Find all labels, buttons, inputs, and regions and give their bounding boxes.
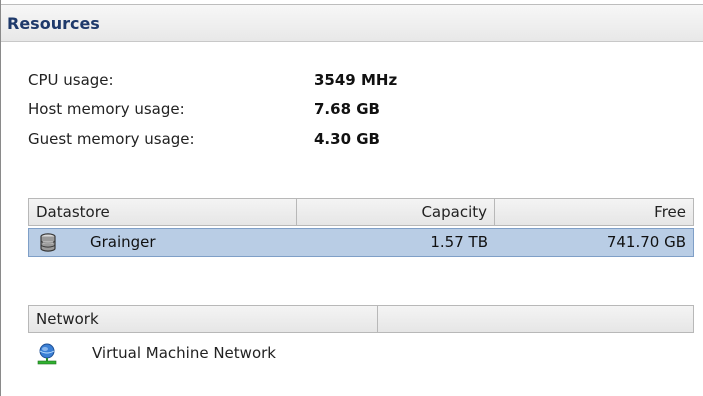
cpu-usage-label: CPU usage: <box>28 71 114 89</box>
free-column-header[interactable]: Free <box>495 199 693 225</box>
network-extra-column-header[interactable] <box>378 306 693 332</box>
resources-panel: Resources CPU usage: 3549 MHz Host memor… <box>0 0 703 396</box>
network-item-label[interactable]: Virtual Machine Network <box>92 344 276 362</box>
panel-title: Resources <box>7 14 100 33</box>
capacity-column-header[interactable]: Capacity <box>297 199 495 225</box>
free-cell: 741.70 GB <box>606 233 686 251</box>
host-memory-value: 7.68 GB <box>314 100 380 118</box>
cpu-usage-value: 3549 MHz <box>314 71 398 89</box>
guest-memory-label: Guest memory usage: <box>28 130 195 148</box>
datastore-column-header[interactable]: Datastore <box>29 199 297 225</box>
network-icon <box>37 343 57 365</box>
network-column-header[interactable]: Network <box>29 306 378 332</box>
guest-memory-value: 4.30 GB <box>314 130 380 148</box>
datastore-table: Datastore Capacity Free Grainger 1.57 TB… <box>28 198 694 257</box>
host-memory-label: Host memory usage: <box>28 100 185 118</box>
datastore-name-cell: Grainger <box>90 233 156 251</box>
resources-title-bar: Resources <box>1 4 703 42</box>
table-row[interactable]: Grainger 1.57 TB 741.70 GB <box>28 228 694 257</box>
database-icon <box>40 233 56 252</box>
datastore-table-header: Datastore Capacity Free <box>28 198 694 226</box>
network-table: Network <box>28 305 694 333</box>
capacity-cell: 1.57 TB <box>430 233 488 251</box>
network-table-header: Network <box>28 305 694 333</box>
